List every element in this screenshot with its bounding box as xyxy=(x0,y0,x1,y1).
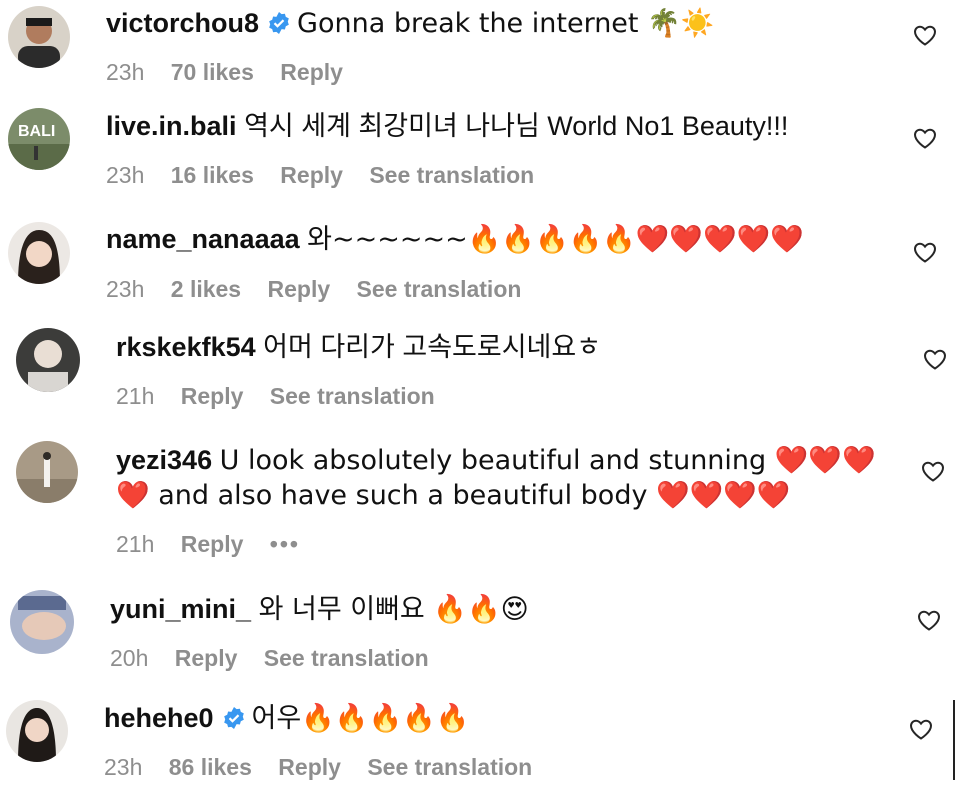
like-heart-icon[interactable] xyxy=(923,348,947,370)
reply-button[interactable]: Reply xyxy=(181,381,244,411)
like-heart-icon[interactable] xyxy=(913,241,937,263)
comment-text: Gonna break the internet 🌴☀️ xyxy=(297,8,715,39)
see-translation-link[interactable]: See translation xyxy=(367,752,532,782)
likes-count[interactable]: 86 likes xyxy=(169,752,252,782)
comment-text: 어머 다리가 고속도로시네요ㅎ xyxy=(263,332,602,362)
likes-count[interactable]: 2 likes xyxy=(171,274,241,304)
comment-time: 23h xyxy=(106,59,145,85)
comment-time: 23h xyxy=(106,276,145,302)
comment-text: 역시 세계 최강미녀 나나님 World No1 Beauty!!! xyxy=(244,111,789,141)
more-options-icon[interactable]: ••• xyxy=(270,529,300,559)
comment-text: 어우🔥🔥🔥🔥🔥 xyxy=(251,703,470,734)
likes-count[interactable]: 70 likes xyxy=(171,57,254,87)
reply-button[interactable]: Reply xyxy=(175,643,238,673)
like-heart-icon[interactable] xyxy=(921,460,945,482)
avatar[interactable] xyxy=(16,441,78,503)
scrollbar[interactable] xyxy=(953,700,955,780)
comment-text: 와 너무 이뻐요 🔥🔥😍 xyxy=(258,594,529,625)
avatar[interactable] xyxy=(6,700,68,762)
comment-text: 와~~~~~~🔥🔥🔥🔥🔥❤️❤️❤️❤️❤️ xyxy=(307,224,804,255)
username[interactable]: victorchou8 xyxy=(106,8,259,38)
svg-text:BALI: BALI xyxy=(18,123,55,140)
comment-time: 20h xyxy=(110,645,149,671)
username[interactable]: yuni_mini_ xyxy=(110,594,251,624)
reply-button[interactable]: Reply xyxy=(278,752,341,782)
username[interactable]: name_nanaaaa xyxy=(106,224,300,254)
see-translation-link[interactable]: See translation xyxy=(369,160,534,190)
avatar[interactable] xyxy=(8,222,70,284)
comment-time: 23h xyxy=(106,162,145,188)
see-translation-link[interactable]: See translation xyxy=(264,643,429,673)
comment-time: 23h xyxy=(104,754,143,780)
like-heart-icon[interactable] xyxy=(917,609,941,631)
avatar[interactable] xyxy=(16,328,80,392)
like-heart-icon[interactable] xyxy=(913,24,937,46)
reply-button[interactable]: Reply xyxy=(280,57,343,87)
see-translation-link[interactable]: See translation xyxy=(270,381,435,411)
avatar[interactable] xyxy=(8,6,70,68)
verified-badge-icon xyxy=(223,707,244,729)
username[interactable]: rkskekfk54 xyxy=(116,332,256,362)
comment-text: U look absolutely beautiful and stunning… xyxy=(219,445,876,476)
username[interactable]: hehehe0 xyxy=(104,703,214,733)
likes-count[interactable]: 16 likes xyxy=(171,160,254,190)
like-heart-icon[interactable] xyxy=(913,127,937,149)
reply-button[interactable]: Reply xyxy=(268,274,331,304)
see-translation-link[interactable]: See translation xyxy=(357,274,522,304)
reply-button[interactable]: Reply xyxy=(181,529,244,559)
comment-time: 21h xyxy=(116,383,155,409)
reply-button[interactable]: Reply xyxy=(280,160,343,190)
username[interactable]: live.in.bali xyxy=(106,111,237,141)
like-heart-icon[interactable] xyxy=(909,718,933,740)
verified-badge-icon xyxy=(269,12,289,34)
avatar[interactable] xyxy=(10,590,74,654)
comment-time: 21h xyxy=(116,531,155,557)
comment-text-continued: ❤️ and also have such a beautiful body ❤… xyxy=(116,480,791,511)
username[interactable]: yezi346 xyxy=(116,445,212,475)
avatar[interactable]: BALI xyxy=(8,108,70,170)
